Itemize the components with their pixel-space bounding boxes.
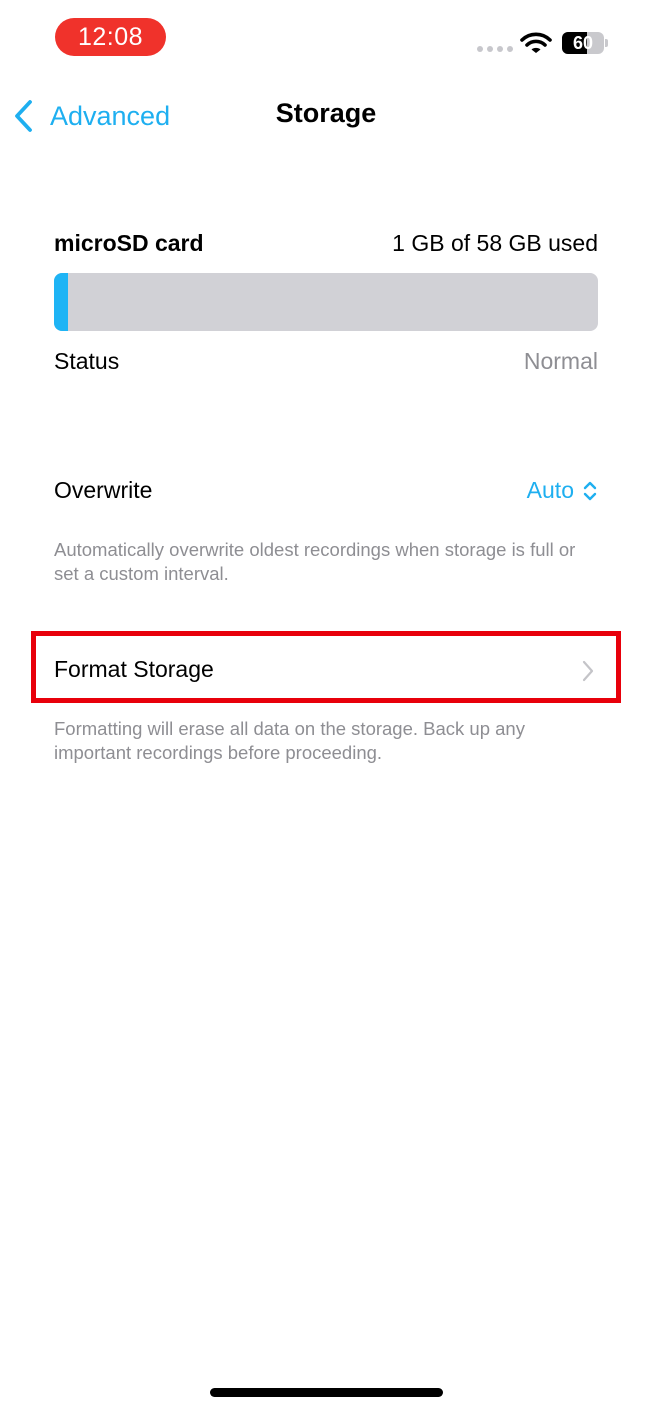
status-label: Status bbox=[54, 348, 120, 374]
chevron-right-icon bbox=[582, 660, 594, 682]
overwrite-picker[interactable]: Auto bbox=[527, 477, 598, 504]
storage-usage-text: 1 GB of 58 GB used bbox=[392, 230, 598, 256]
storage-usage-bar bbox=[54, 273, 598, 331]
status-time: 12:08 bbox=[55, 18, 166, 56]
battery-percent: 60 bbox=[572, 33, 594, 53]
wifi-icon bbox=[520, 32, 552, 53]
overwrite-value: Auto bbox=[526, 477, 574, 503]
battery-cap bbox=[605, 39, 608, 47]
home-indicator[interactable] bbox=[210, 1388, 443, 1397]
storage-usage-fill bbox=[54, 273, 69, 331]
storage-name: microSD card bbox=[54, 230, 204, 256]
page-title: Storage bbox=[275, 98, 377, 128]
format-storage-label: Format Storage bbox=[54, 656, 214, 682]
overwrite-help-text: Automatically overwrite oldest recording… bbox=[54, 539, 576, 584]
status-value: Normal bbox=[523, 348, 598, 374]
battery-icon: 60 bbox=[562, 32, 604, 54]
format-help-text: Formatting will erase all data on the st… bbox=[54, 718, 525, 763]
overwrite-label: Overwrite bbox=[54, 477, 153, 503]
format-storage-row[interactable]: Format Storage bbox=[31, 631, 621, 703]
chevron-up-down-icon bbox=[583, 481, 597, 500]
cellular-signal-icon bbox=[477, 46, 513, 52]
